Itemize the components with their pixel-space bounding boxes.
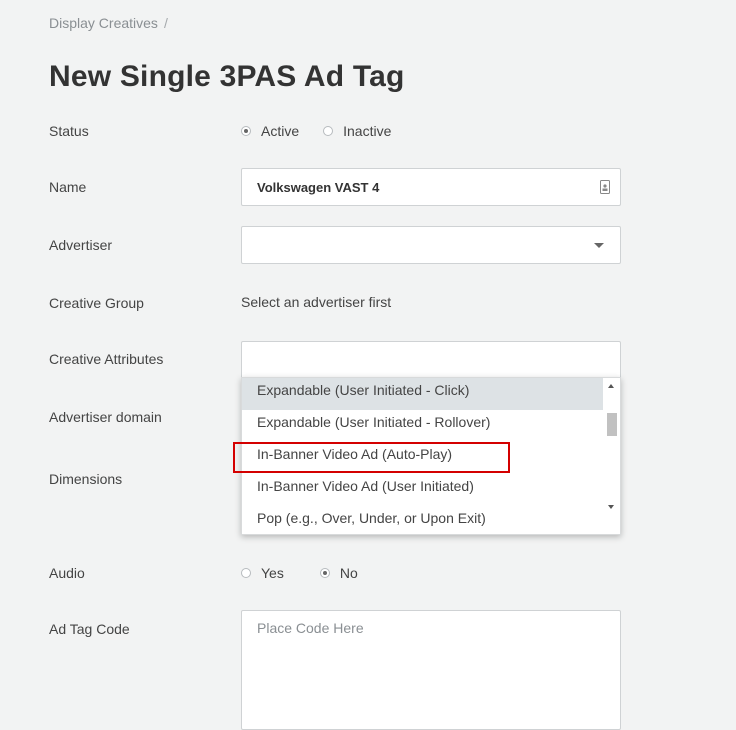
audio-label: Audio xyxy=(49,565,85,581)
dropdown-option-expandable-rollover[interactable]: Expandable (User Initiated - Rollover) xyxy=(242,410,605,442)
page-title: New Single 3PAS Ad Tag xyxy=(49,60,405,93)
audio-no-label: No xyxy=(339,565,358,581)
breadcrumb: Display Creatives / xyxy=(49,15,168,31)
creative-group-label: Creative Group xyxy=(49,295,144,311)
contact-card-icon xyxy=(600,180,610,194)
creative-attributes-dropdown[interactable]: Expandable (User Initiated - Click) Expa… xyxy=(241,377,621,535)
creative-attributes-label: Creative Attributes xyxy=(49,351,164,367)
creative-attributes-input[interactable] xyxy=(241,341,621,379)
dropdown-option-in-banner-auto-play[interactable]: In-Banner Video Ad (Auto-Play) xyxy=(242,442,605,474)
dropdown-option-pop[interactable]: Pop (e.g., Over, Under, or Upon Exit) xyxy=(242,506,605,534)
advertiser-domain-label: Advertiser domain xyxy=(49,409,162,425)
ad-tag-code-label: Ad Tag Code xyxy=(49,621,130,637)
scroll-down-arrow-icon[interactable] xyxy=(608,505,614,509)
dropdown-option-in-banner-user-initiated[interactable]: In-Banner Video Ad (User Initiated) xyxy=(242,474,605,506)
breadcrumb-separator: / xyxy=(163,15,168,31)
creative-group-helper: Select an advertiser first xyxy=(241,294,392,310)
dimensions-label: Dimensions xyxy=(49,471,123,487)
scroll-up-arrow-icon[interactable] xyxy=(608,384,614,388)
status-radio-group: Active Inactive xyxy=(241,123,413,139)
audio-no-radio[interactable]: No xyxy=(319,565,358,581)
audio-yes-radio[interactable]: Yes xyxy=(241,565,284,581)
name-input-value: Volkswagen VAST 4 xyxy=(257,180,380,195)
ad-tag-code-textarea[interactable]: Place Code Here xyxy=(241,610,621,730)
name-label: Name xyxy=(49,179,87,195)
status-active-label: Active xyxy=(261,123,300,139)
advertiser-select[interactable] xyxy=(241,226,621,264)
radio-checked-icon xyxy=(241,126,251,136)
audio-radio-group: Yes No xyxy=(241,565,380,581)
name-input[interactable]: Volkswagen VAST 4 xyxy=(241,168,621,206)
status-inactive-radio[interactable]: Inactive xyxy=(323,123,391,139)
dropdown-scrollbar[interactable] xyxy=(603,378,620,518)
ad-tag-code-placeholder: Place Code Here xyxy=(257,620,364,636)
advertiser-label: Advertiser xyxy=(49,237,113,253)
scrollbar-thumb[interactable] xyxy=(607,413,617,436)
audio-yes-label: Yes xyxy=(261,565,284,581)
status-active-radio[interactable]: Active xyxy=(241,123,299,139)
radio-unchecked-icon xyxy=(323,126,334,136)
radio-unchecked-icon xyxy=(241,568,251,578)
dropdown-option-expandable-click[interactable]: Expandable (User Initiated - Click) xyxy=(242,378,605,410)
status-inactive-label: Inactive xyxy=(343,123,392,139)
chevron-down-icon xyxy=(594,243,604,248)
breadcrumb-link-display-creatives[interactable]: Display Creatives xyxy=(49,15,158,31)
status-label: Status xyxy=(49,123,89,139)
radio-checked-icon xyxy=(319,568,330,578)
